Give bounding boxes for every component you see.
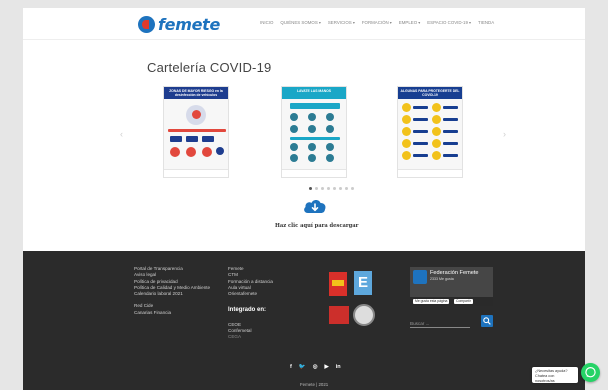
avatar — [413, 270, 427, 284]
carousel-pager — [309, 187, 354, 190]
search-input[interactable] — [410, 319, 470, 328]
poster-footer — [164, 169, 228, 177]
facebook-followers: 2333 Me gusta — [430, 277, 454, 281]
poster-illustration — [286, 103, 342, 167]
twitter-icon[interactable]: 🐦 — [299, 364, 306, 370]
site-footer: Portal de Transparencia Aviso legal Polí… — [23, 251, 585, 390]
carousel-prev-icon[interactable]: ‹ — [120, 129, 123, 139]
footer-links-femete: Femete CTM Formación a distancia Aula vi… — [228, 266, 273, 341]
facebook-page-name[interactable]: Federación Femete — [430, 270, 479, 276]
main-nav: INICIO QUIÉNES SOMOS SERVICIOS FORMACIÓN… — [260, 20, 494, 25]
copyright: Femete | 2021 — [300, 382, 329, 387]
carousel-next-icon[interactable]: › — [503, 129, 506, 139]
poster-protect-covid[interactable]: ALGUNAS PARA PROTEGERTE DEL COVID-19 — [397, 86, 463, 178]
poster-heading: ALGUNAS PARA PROTEGERTE DEL COVID-19 — [398, 87, 462, 99]
search-button[interactable] — [481, 315, 493, 327]
cloud-download-icon[interactable] — [302, 196, 328, 216]
pager-dot[interactable] — [339, 187, 342, 190]
facebook-icon[interactable]: f — [290, 364, 292, 370]
logo-text: femete — [158, 14, 221, 34]
youtube-icon[interactable]: ▶ — [325, 364, 329, 370]
poster-wash-hands[interactable]: LAVATE LAS MANOS — [281, 86, 347, 178]
pager-dot[interactable] — [321, 187, 324, 190]
facebook-share-button[interactable]: Compartir — [454, 299, 473, 304]
nav-espacio-covid[interactable]: ESPACIO COVID-19 — [427, 20, 471, 25]
poster-vehicle-disinfection[interactable]: ZONAS DE MAYOR RIESGO en la desinfección… — [163, 86, 229, 178]
integrado-heading: Integrado en: — [228, 307, 267, 314]
site-logo[interactable]: femete — [138, 14, 220, 34]
nav-empleo[interactable]: EMPLEO — [399, 20, 420, 25]
footer-link[interactable]: Canarias Financia — [134, 310, 210, 316]
poster-heading: ZONAS DE MAYOR RIESGO en la desinfección… — [164, 87, 228, 99]
pager-dot[interactable] — [345, 187, 348, 190]
page-frame: femete INICIO QUIÉNES SOMOS SERVICIOS FO… — [23, 8, 585, 390]
nav-servicios[interactable]: SERVICIOS — [328, 20, 355, 25]
nav-formacion[interactable]: FORMACIÓN — [362, 20, 392, 25]
poster-illustration — [402, 103, 458, 167]
nav-tienda[interactable]: TIENDA — [478, 20, 494, 25]
footer-links-legal: Portal de Transparencia Aviso legal Polí… — [134, 266, 210, 316]
footer-link[interactable]: CEGA — [228, 334, 273, 340]
whatsapp-button[interactable] — [581, 363, 600, 382]
spain-flag-logo — [329, 272, 347, 296]
e-certification-logo: E — [354, 271, 372, 295]
poster-footer — [282, 169, 346, 177]
poster-heading: LAVATE LAS MANOS — [282, 87, 346, 99]
page-title: Cartelería COVID-19 — [147, 60, 272, 75]
site-header: femete INICIO QUIÉNES SOMOS SERVICIOS FO… — [23, 8, 585, 40]
poster-footer — [398, 169, 462, 177]
femete-logo-icon — [138, 15, 155, 33]
nav-quienes-somos[interactable]: QUIÉNES SOMOS — [280, 20, 320, 25]
pager-dot[interactable] — [333, 187, 336, 190]
facebook-page-widget[interactable]: Federación Femete 2333 Me gusta Me gusta… — [410, 267, 493, 306]
pager-dot[interactable] — [351, 187, 354, 190]
pager-dot[interactable] — [327, 187, 330, 190]
chat-bubble[interactable]: ¿Necesitas ayuda? Chatea con nosotros/as — [532, 367, 578, 383]
poster-illustration — [168, 103, 226, 167]
iso-cert-seal — [353, 304, 375, 326]
search-icon — [483, 317, 491, 325]
footer-link[interactable]: Formación a distancia — [228, 279, 273, 285]
linkedin-icon[interactable]: in — [336, 364, 341, 370]
whatsapp-icon — [585, 366, 596, 378]
footer-link[interactable]: Orientafemete — [228, 291, 273, 297]
instagram-icon[interactable]: ◎ — [313, 364, 318, 370]
quality-cert-badge — [329, 306, 349, 324]
download-link[interactable]: Haz clic aquí para descargar — [275, 223, 358, 229]
pager-dot[interactable] — [315, 187, 318, 190]
social-links: f 🐦 ◎ ▶ in — [290, 364, 341, 370]
pager-dot[interactable] — [309, 187, 312, 190]
facebook-action-bar: Me gusta esta página Compartir — [410, 297, 493, 306]
facebook-like-button[interactable]: Me gusta esta página — [413, 299, 450, 304]
nav-inicio[interactable]: INICIO — [260, 20, 273, 25]
